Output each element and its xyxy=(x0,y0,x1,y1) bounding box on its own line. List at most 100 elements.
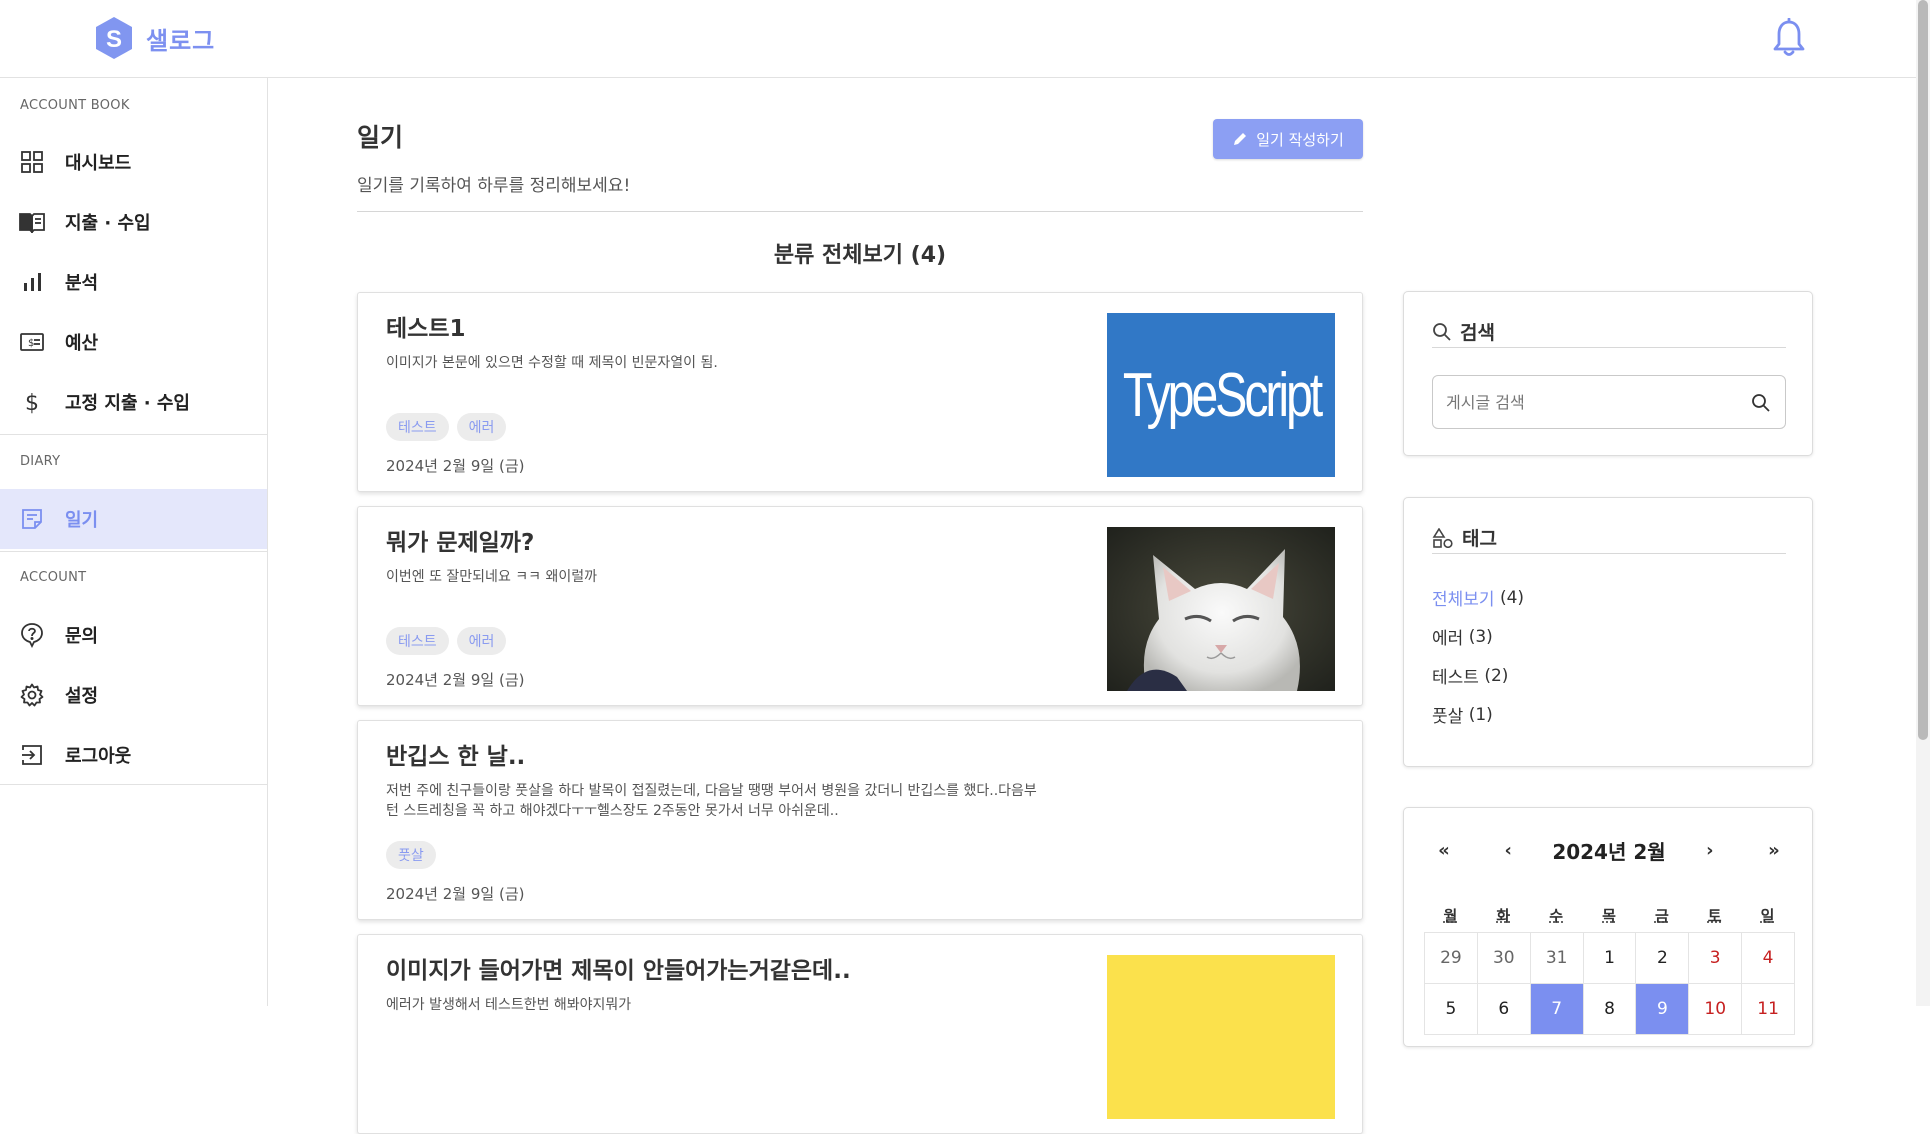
calendar-day[interactable]: 31 xyxy=(1529,932,1584,984)
bar-chart-icon xyxy=(19,269,45,295)
calendar-day-has-post[interactable]: 9 xyxy=(1635,983,1690,1035)
tag-count: (3) xyxy=(1468,626,1493,647)
sidebar-item-settings[interactable]: 설정 xyxy=(0,665,267,725)
calendar-day[interactable]: 2 xyxy=(1635,932,1690,984)
calendar-day[interactable]: 3 xyxy=(1688,932,1743,984)
search-field[interactable] xyxy=(1432,375,1786,429)
calendar-prev-year-button[interactable]: « xyxy=(1424,840,1464,861)
post-card[interactable]: 뭐가 문제일까? 이번엔 또 잘만되네요 ㅋㅋ 왜이럴까 테스트 에러 2024… xyxy=(357,506,1363,706)
weekday-label: 월 xyxy=(1443,906,1458,925)
calendar-day[interactable]: 11 xyxy=(1741,983,1795,1035)
post-tags: 테스트 에러 xyxy=(386,413,507,441)
post-thumbnail-cat[interactable] xyxy=(1107,527,1335,691)
logout-icon xyxy=(19,742,45,768)
calendar-day[interactable]: 29 xyxy=(1424,932,1478,984)
tag-item-error[interactable]: 에러 (3) xyxy=(1432,617,1524,656)
search-widget-header: 검색 xyxy=(1432,316,1786,348)
svg-text:$: $ xyxy=(28,338,34,349)
notification-bell-icon[interactable] xyxy=(1772,18,1806,58)
post-tag[interactable]: 테스트 xyxy=(386,413,449,441)
sidebar-item-fixed-income-expense[interactable]: $ 고정 지출 · 수입 xyxy=(0,372,267,432)
sidebar-item-label: 일기 xyxy=(65,510,99,531)
calendar-title[interactable]: 2024년 2월 xyxy=(1552,836,1665,865)
weekday-label: 일 xyxy=(1760,906,1775,925)
sidebar-item-budget[interactable]: $ 예산 xyxy=(0,312,267,372)
sidebar-item-label: 문의 xyxy=(65,626,99,647)
post-tags: 풋살 xyxy=(386,841,436,869)
calendar-day[interactable]: 6 xyxy=(1476,983,1531,1035)
tag-count: (1) xyxy=(1468,704,1493,725)
sidebar-item-label: 고정 지출 · 수입 xyxy=(65,393,190,414)
tag-widget-header: 태그 xyxy=(1432,522,1786,554)
weekday-label: 토 xyxy=(1707,906,1722,925)
sidebar-item-label: 지출 · 수입 xyxy=(65,213,151,234)
post-card[interactable]: 반깁스 한 날.. 저번 주에 친구들이랑 풋살을 하다 발목이 접질렸는데, … xyxy=(357,720,1363,920)
calendar-prev-month-button[interactable]: ‹ xyxy=(1488,840,1528,861)
tag-item-all[interactable]: 전체보기 (4) xyxy=(1432,578,1524,617)
dollar-icon: $ xyxy=(19,389,45,415)
sidebar-divider xyxy=(0,784,267,785)
write-diary-button[interactable]: 일기 작성하기 xyxy=(1213,119,1363,159)
post-card[interactable]: 이미지가 들어가면 제목이 안들어가는거같은데.. 에러가 발생해서 테스트한번… xyxy=(357,934,1363,1134)
sidebar-item-diary[interactable]: 일기 xyxy=(0,489,267,549)
grid-icon xyxy=(19,149,45,175)
sidebar-item-label: 분석 xyxy=(65,273,99,294)
post-excerpt: 이미지가 본문에 있으면 수정할 때 제목이 빈문자열이 됨. xyxy=(386,355,718,371)
weekday-label: 화 xyxy=(1496,906,1511,925)
post-tags: 테스트 에러 xyxy=(386,627,507,655)
tag-list: 전체보기 (4) 에러 (3) 테스트 (2) 풋살 (1) xyxy=(1432,578,1524,734)
post-tag[interactable]: 에러 xyxy=(456,413,507,441)
sidebar-item-inquiry[interactable]: 문의 xyxy=(0,605,267,665)
post-date: 2024년 2월 9일 (금) xyxy=(386,885,525,903)
calendar-day[interactable]: 8 xyxy=(1582,983,1637,1035)
weekday-label: 금 xyxy=(1654,906,1669,925)
weekday-label: 수 xyxy=(1549,906,1564,925)
tag-count: (4) xyxy=(1499,587,1525,608)
weekday-label: 목 xyxy=(1602,906,1616,925)
typescript-logo-text: TypeScript xyxy=(1122,360,1322,430)
post-tag[interactable]: 에러 xyxy=(456,627,507,655)
calendar-next-month-button[interactable]: › xyxy=(1690,840,1730,861)
tag-name: 에러 xyxy=(1432,629,1464,649)
page-title: 일기 xyxy=(357,123,404,152)
question-icon xyxy=(19,622,45,648)
calendar-day[interactable]: 1 xyxy=(1582,932,1637,984)
calendar-next-year-button[interactable]: » xyxy=(1754,840,1794,861)
search-submit-icon[interactable] xyxy=(1751,393,1771,413)
sidebar-item-income-expense[interactable]: 지출 · 수입 xyxy=(0,192,267,252)
calendar-day[interactable]: 5 xyxy=(1424,983,1478,1035)
search-input[interactable] xyxy=(1446,392,1746,412)
app-logo[interactable]: S 샐로그 xyxy=(94,16,215,60)
tag-name: 전체보기 xyxy=(1432,590,1495,610)
post-thumbnail-typescript[interactable]: TypeScript xyxy=(1107,313,1335,477)
svg-text:$: $ xyxy=(25,391,39,414)
scrollbar-thumb[interactable] xyxy=(1918,0,1928,740)
post-tag[interactable]: 테스트 xyxy=(386,627,449,655)
calendar-day-has-post[interactable]: 7 xyxy=(1529,983,1584,1035)
logo-icon: S xyxy=(96,17,132,59)
tag-name: 풋살 xyxy=(1432,707,1464,727)
sidebar-item-analysis[interactable]: 분석 xyxy=(0,252,267,312)
sidebar-item-label: 예산 xyxy=(65,333,99,354)
page-subtitle: 일기를 기록하여 하루를 정리해보세요! xyxy=(357,176,631,196)
tag-count: (2) xyxy=(1484,665,1509,686)
sidebar-divider xyxy=(0,434,267,435)
calendar-day[interactable]: 10 xyxy=(1688,983,1743,1035)
tag-widget-title: 태그 xyxy=(1462,528,1497,550)
money-icon: $ xyxy=(19,329,45,355)
post-tag[interactable]: 풋살 xyxy=(386,841,436,869)
calendar-day[interactable]: 4 xyxy=(1741,932,1795,984)
calendar-widget: « ‹ 2024년 2월 › » 월 화 수 목 금 토 일 29 30 31 … xyxy=(1403,807,1813,1047)
sidebar-item-dashboard[interactable]: 대시보드 xyxy=(0,132,267,192)
tag-item-futsal[interactable]: 풋살 (1) xyxy=(1432,695,1524,734)
sidebar-item-logout[interactable]: 로그아웃 xyxy=(0,725,267,785)
post-title[interactable]: 테스트1 xyxy=(386,309,465,343)
post-title[interactable]: 뭐가 문제일까? xyxy=(386,523,534,557)
post-title[interactable]: 이미지가 들어가면 제목이 안들어가는거같은데.. xyxy=(386,951,851,985)
post-card[interactable]: 테스트1 이미지가 본문에 있으면 수정할 때 제목이 빈문자열이 됨. 테스트… xyxy=(357,292,1363,492)
post-thumbnail-yellow[interactable] xyxy=(1107,955,1335,1119)
calendar-day[interactable]: 30 xyxy=(1476,932,1531,984)
tag-item-test[interactable]: 테스트 (2) xyxy=(1432,656,1524,695)
post-date: 2024년 2월 9일 (금) xyxy=(386,457,525,475)
post-title[interactable]: 반깁스 한 날.. xyxy=(386,737,525,771)
